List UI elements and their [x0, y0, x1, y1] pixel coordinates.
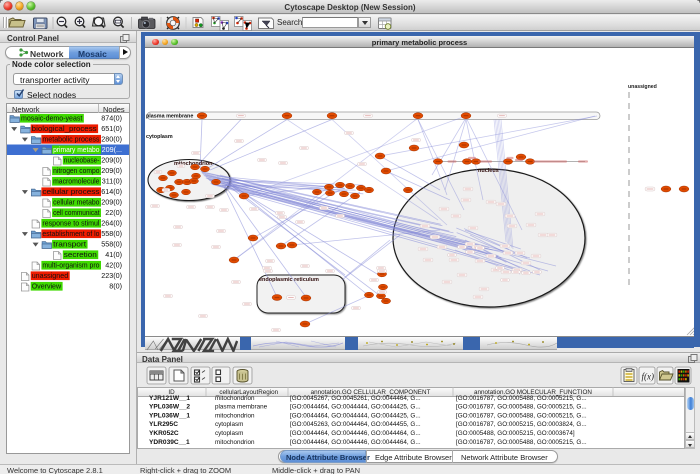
svg-text:biological_process: biological_process	[32, 124, 97, 133]
svg-text:metabolic process: metabolic process	[42, 135, 99, 144]
svg-text:f(x): f(x)	[642, 372, 655, 382]
svg-text:mosaic-demo-yeast: mosaic-demo-yeast	[21, 114, 82, 123]
svg-text:cell communicat: cell communicat	[53, 208, 99, 217]
svg-text:651(0): 651(0)	[101, 124, 122, 133]
svg-text:plasma membrane: plasma membrane	[215, 404, 268, 411]
svg-text:primary metabo: primary metabo	[53, 145, 99, 154]
svg-text:209(0): 209(0)	[101, 198, 122, 207]
svg-text:mitochondrion: mitochondrion	[215, 395, 255, 402]
svg-text:209(0): 209(0)	[101, 166, 122, 175]
svg-text:[GO:0045267, GO:0045261, GO:00: [GO:0045267, GO:0045261, GO:0044464, G..…	[290, 395, 421, 402]
svg-text:YPL036W__2: YPL036W__2	[149, 404, 190, 411]
svg-text:[GO:0016787, GO:0005215, GO:00: [GO:0016787, GO:0005215, GO:0003824, G..…	[456, 421, 587, 428]
svg-text:YPL036W__1: YPL036W__1	[149, 412, 190, 419]
svg-text:nucleobase-: nucleobase-	[64, 156, 100, 165]
svg-text:cytoplasm: cytoplasm	[215, 430, 243, 437]
svg-text:multi-organism pro: multi-organism pro	[42, 261, 99, 270]
svg-text:mitochondrion: mitochondrion	[215, 412, 255, 419]
svg-text:Overview: Overview	[32, 282, 62, 291]
svg-text:transport: transport	[53, 240, 86, 249]
svg-text:[GO:0016787, GO:0005488, GO:00: [GO:0016787, GO:0005488, GO:0005215, G..…	[456, 404, 587, 411]
svg-text:macromolecule: macromolecule	[53, 177, 99, 186]
svg-text:response to stimul: response to stimul	[42, 219, 99, 228]
svg-text:establishment of lo: establishment of lo	[42, 229, 99, 238]
svg-text:cytoplasm: cytoplasm	[146, 134, 173, 140]
svg-text:cytoplasm: cytoplasm	[215, 421, 243, 428]
svg-text:209(0): 209(0)	[101, 156, 122, 165]
svg-text:22(0): 22(0)	[105, 208, 122, 217]
svg-text:280(0): 280(0)	[101, 135, 122, 144]
svg-text:YKR052C: YKR052C	[149, 430, 179, 437]
svg-text:cellular process: cellular process	[42, 187, 100, 196]
svg-text:614(0): 614(0)	[101, 187, 122, 196]
svg-text:558(0): 558(0)	[101, 229, 122, 238]
svg-text:264(0): 264(0)	[101, 219, 122, 228]
svg-text:[GO:0044464, GO:0044446, GO:00: [GO:0044464, GO:0044446, GO:0044464, G..…	[290, 439, 421, 446]
svg-text:plasma membrane: plasma membrane	[146, 114, 193, 120]
svg-text:unassigned: unassigned	[32, 271, 68, 280]
svg-text:8(0): 8(0)	[109, 282, 122, 291]
svg-text:[GO:0016787, GO:0005488, GO:00: [GO:0016787, GO:0005488, GO:0005215, G..…	[456, 412, 587, 419]
svg-text:[GO:0044464, GO:0044446, GO:00: [GO:0044464, GO:0044446, GO:0044464, G..…	[290, 430, 421, 437]
svg-text:[GO:0045263, GO:0044464, GO:00: [GO:0045263, GO:0044464, GO:0044455, G..…	[290, 421, 421, 428]
svg-text:cellular metabo: cellular metabo	[53, 198, 99, 207]
svg-text:nucleus: nucleus	[478, 168, 499, 174]
svg-text:YLR295C: YLR295C	[149, 421, 178, 428]
svg-text:secretion: secretion	[64, 250, 97, 259]
svg-text:223(0): 223(0)	[101, 271, 122, 280]
svg-text:558(0): 558(0)	[101, 240, 122, 249]
svg-text:YDR039C__1: YDR039C__1	[149, 439, 190, 446]
svg-text:874(0): 874(0)	[101, 114, 122, 123]
svg-text:42(0): 42(0)	[105, 261, 122, 270]
svg-text:nitrogen compo: nitrogen compo	[53, 166, 99, 175]
svg-text:endoplasmic reticulum: endoplasmic reticulum	[259, 277, 319, 283]
svg-text:mitochondrion: mitochondrion	[215, 439, 255, 446]
svg-text:209(...: 209(...	[102, 145, 122, 154]
svg-text:YJR121W__1: YJR121W__1	[149, 395, 190, 402]
svg-text:unassigned: unassigned	[628, 84, 657, 90]
svg-text:[GO:0016787, GO:0005488, GO:00: [GO:0016787, GO:0005488, GO:0005215, G..…	[456, 395, 587, 402]
svg-text:[GO:0016787, GO:0005488, GO:00: [GO:0016787, GO:0005488, GO:0005215, G..…	[456, 439, 587, 446]
svg-text:41(0): 41(0)	[105, 250, 122, 259]
svg-text:[GO:0044464, GO:0044444, GO:00: [GO:0044464, GO:0044444, GO:0044425, G..…	[290, 404, 421, 411]
svg-text:311(0): 311(0)	[102, 177, 122, 186]
svg-text:[GO:0044464, GO:0044444, GO:00: [GO:0044464, GO:0044444, GO:0044425, G..…	[290, 412, 421, 419]
svg-text:[GO:0005488, GO:0005215, GO:00: [GO:0005488, GO:0005215, GO:0003674]	[456, 430, 575, 437]
